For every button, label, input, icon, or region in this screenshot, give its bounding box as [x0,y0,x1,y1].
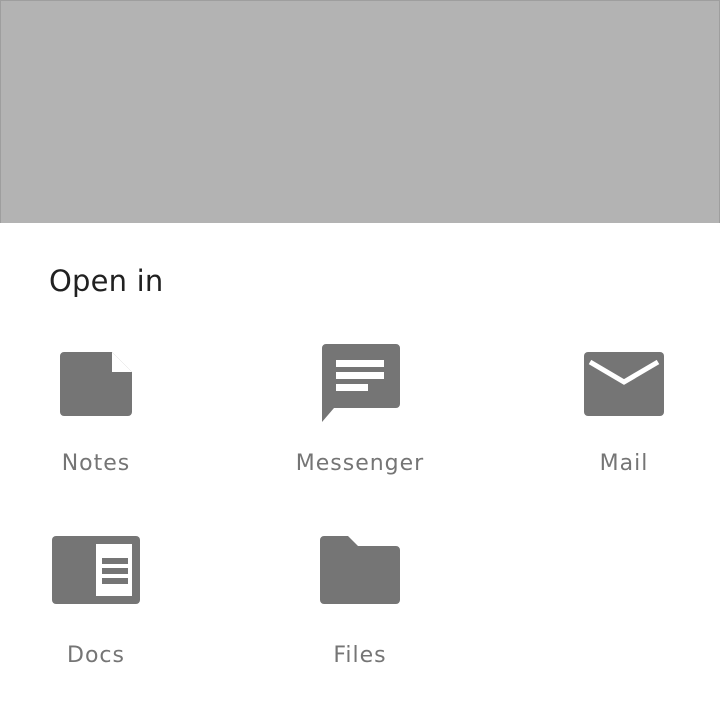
note-icon [48,334,144,430]
share-target-messenger[interactable]: Messenger [240,334,480,524]
share-target-label: Files [333,643,387,668]
folder-icon [312,526,408,622]
share-target-docs[interactable]: Docs [0,526,216,716]
share-target-label: Docs [67,643,125,668]
document-icon [48,526,144,622]
share-target-notes[interactable]: Notes [0,334,216,524]
message-icon [312,334,408,430]
share-target-label: Notes [61,451,131,476]
background-scrim[interactable] [0,0,720,223]
share-target-mail[interactable]: Mail [504,334,720,524]
share-target-label: Messenger [295,451,425,476]
share-target-label: Mail [599,451,649,476]
share-target-files[interactable]: Files [240,526,480,716]
sheet-title: Open in [49,264,164,298]
mail-icon [576,334,672,430]
